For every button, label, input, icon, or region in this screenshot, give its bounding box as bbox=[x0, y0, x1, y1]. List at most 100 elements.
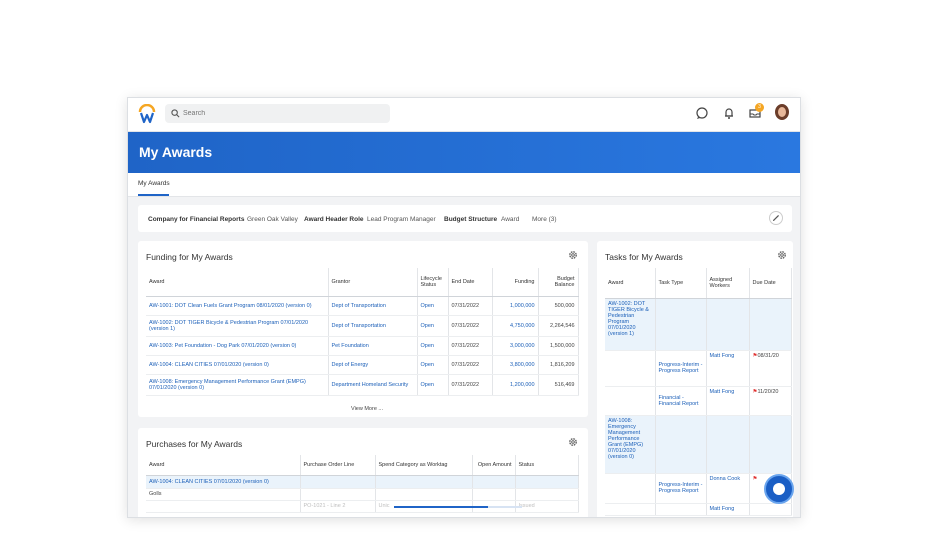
grantor-link[interactable]: Pet Foundation bbox=[328, 336, 418, 356]
filters-more-link[interactable]: More (3) bbox=[532, 216, 557, 223]
chat-icon[interactable] bbox=[695, 106, 709, 120]
table-row: Golls bbox=[146, 488, 579, 501]
column-header[interactable]: Lifecycle Status bbox=[417, 268, 449, 297]
gear-icon[interactable] bbox=[568, 437, 578, 447]
loading-progress bbox=[394, 506, 522, 508]
filter-bar: Company for Financial Reports Green Oak … bbox=[138, 205, 792, 232]
award-link[interactable]: AW-1004: CLEAN CITIES 07/01/2020 (versio… bbox=[146, 475, 301, 489]
column-header[interactable]: Award bbox=[146, 455, 301, 476]
tab-my-awards[interactable]: My Awards bbox=[138, 180, 170, 187]
funding-amount[interactable]: 1,000,000 bbox=[492, 296, 539, 316]
assigned-worker-link[interactable]: Donna Cook bbox=[706, 473, 750, 504]
table-header-row: Award Grantor Lifecycle Status End Date … bbox=[146, 268, 579, 297]
grantor-link[interactable]: Dept of Energy bbox=[328, 355, 418, 375]
empty-cell bbox=[375, 488, 473, 501]
assigned-worker-link[interactable]: Matt Fong bbox=[706, 386, 750, 416]
table-row: Financial - Financial Report Matt Fong ⚑… bbox=[605, 386, 792, 416]
award-link[interactable]: AW-1001: DOT Clean Fuels Grant Program 0… bbox=[146, 296, 329, 316]
filter-value-budget[interactable]: Award bbox=[501, 216, 519, 223]
empty-cell bbox=[749, 298, 792, 351]
tasks-card: Tasks for My Awards Award Task Type Assi… bbox=[597, 241, 793, 517]
budget-balance: 1,500,000 bbox=[538, 336, 579, 356]
empty-cell bbox=[300, 475, 376, 489]
filter-key-role: Award Header Role bbox=[304, 216, 364, 223]
empty-cell bbox=[655, 503, 707, 516]
empty-cell bbox=[472, 488, 516, 501]
end-date: 07/31/2022 bbox=[448, 296, 493, 316]
lifecycle-status[interactable]: Open bbox=[417, 336, 449, 356]
table-row: AW-1004: CLEAN CITIES 07/01/2020 (versio… bbox=[146, 475, 579, 489]
grantor-link[interactable]: Dept of Transportation bbox=[328, 315, 418, 337]
funding-amount[interactable]: 3,000,000 bbox=[492, 336, 539, 356]
column-header[interactable]: End Date bbox=[448, 268, 493, 297]
end-date: 07/31/2022 bbox=[448, 355, 493, 375]
column-header[interactable]: Award bbox=[146, 268, 329, 297]
view-more-link[interactable]: View More ... bbox=[351, 406, 383, 412]
status: Issued bbox=[515, 500, 579, 513]
avatar[interactable] bbox=[775, 104, 789, 120]
table-row: AW-1008: Emergency Management Performanc… bbox=[605, 415, 792, 474]
table-row: AW-1003: Pet Foundation - Dog Park 07/01… bbox=[146, 336, 579, 356]
lifecycle-status[interactable]: Open bbox=[417, 374, 449, 396]
table-row: Matt Fong bbox=[605, 503, 792, 516]
empty-cell bbox=[300, 488, 376, 501]
award-link[interactable]: AW-1008: Emergency Management Performanc… bbox=[146, 374, 329, 396]
column-header[interactable]: Assigned Workers bbox=[706, 268, 750, 299]
empty-cell bbox=[655, 298, 707, 351]
grantor-link[interactable]: Dept of Transportation bbox=[328, 296, 418, 316]
inbox-count-badge: 3 bbox=[755, 103, 764, 112]
lifecycle-status[interactable]: Open bbox=[417, 355, 449, 375]
purchases-table: Award Purchase Order Line Spend Category… bbox=[146, 455, 579, 513]
column-header[interactable]: Budget Balance bbox=[538, 268, 579, 297]
filter-value-role[interactable]: Lead Program Manager bbox=[367, 216, 436, 223]
award-link[interactable]: AW-1004: CLEAN CITIES 07/01/2020 (versio… bbox=[146, 355, 329, 375]
table-row: AW-1008: Emergency Management Performanc… bbox=[146, 374, 579, 396]
empty-cell bbox=[605, 386, 656, 416]
filter-key-company: Company for Financial Reports bbox=[148, 216, 245, 223]
funding-amount[interactable]: 4,750,000 bbox=[492, 315, 539, 337]
funding-amount[interactable]: 3,800,000 bbox=[492, 355, 539, 375]
assigned-worker-link[interactable]: Matt Fong bbox=[706, 503, 750, 516]
task-type-link[interactable]: Progress-Interim - Progress Report bbox=[655, 473, 707, 504]
column-header[interactable]: Grantor bbox=[328, 268, 418, 297]
end-date: 07/31/2022 bbox=[448, 315, 493, 337]
workday-logo-icon[interactable] bbox=[138, 104, 156, 124]
search-input[interactable] bbox=[165, 104, 390, 123]
funding-amount[interactable]: 1,200,000 bbox=[492, 374, 539, 396]
grantor-link[interactable]: Department Homeland Security bbox=[328, 374, 418, 396]
column-header[interactable]: Status bbox=[515, 455, 579, 476]
app-window: 3 My Awards My Awards Company for Financ… bbox=[127, 97, 801, 518]
empty-cell bbox=[706, 298, 750, 351]
budget-balance: 2,264,546 bbox=[538, 315, 579, 337]
gear-icon[interactable] bbox=[568, 250, 578, 260]
award-link[interactable]: AW-1003: Pet Foundation - Dog Park 07/01… bbox=[146, 336, 329, 356]
lifecycle-status[interactable]: Open bbox=[417, 296, 449, 316]
budget-balance: 516,469 bbox=[538, 374, 579, 396]
budget-balance: 500,000 bbox=[538, 296, 579, 316]
bell-icon[interactable] bbox=[722, 106, 736, 120]
task-type-link[interactable]: Progress-Interim - Progress Report bbox=[655, 350, 707, 387]
tasks-card-title: Tasks for My Awards bbox=[605, 252, 683, 262]
empty-cell bbox=[605, 503, 656, 516]
award-link[interactable]: AW-1008: Emergency Management Performanc… bbox=[605, 415, 656, 474]
column-header[interactable]: Purchase Order Line bbox=[300, 455, 376, 476]
pencil-icon[interactable] bbox=[769, 211, 783, 225]
task-type-link[interactable]: Financial - Financial Report bbox=[655, 386, 707, 416]
assigned-worker-link[interactable]: Matt Fong bbox=[706, 350, 750, 387]
end-date: 07/31/2022 bbox=[448, 336, 493, 356]
purchase-order-line[interactable]: PO-1021 - Line 2 bbox=[300, 500, 376, 513]
column-header[interactable]: Funding bbox=[492, 268, 539, 297]
column-header[interactable]: Open Amount bbox=[472, 455, 516, 476]
gear-icon[interactable] bbox=[777, 250, 787, 260]
assistant-button[interactable] bbox=[764, 474, 794, 504]
award-link[interactable]: AW-1002: DOT TIGER Bicycle & Pedestrian … bbox=[605, 298, 656, 351]
column-header[interactable]: Task Type bbox=[655, 268, 707, 299]
lifecycle-status[interactable]: Open bbox=[417, 315, 449, 337]
column-header[interactable]: Spend Category as Worktag bbox=[375, 455, 473, 476]
filter-value-company[interactable]: Green Oak Valley bbox=[247, 216, 298, 223]
column-header[interactable]: Due Date bbox=[749, 268, 792, 299]
table-header-row: Award Purchase Order Line Spend Category… bbox=[146, 455, 579, 476]
column-header[interactable]: Award bbox=[605, 268, 656, 299]
search-icon bbox=[171, 109, 180, 118]
award-link[interactable]: AW-1002: DOT TIGER Bicycle & Pedestrian … bbox=[146, 315, 329, 337]
